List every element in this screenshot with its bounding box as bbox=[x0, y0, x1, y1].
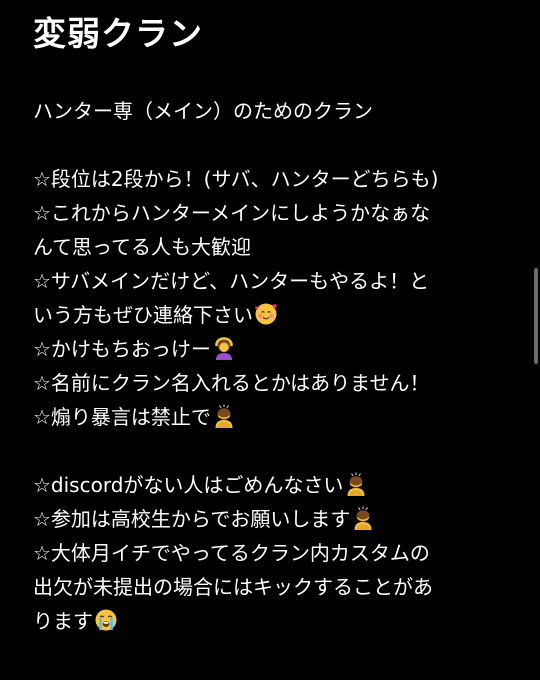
body-line-12-row: ☆discordがない人はごめんなさい bbox=[33, 468, 513, 502]
post-title: 変弱クラン bbox=[33, 14, 203, 53]
body-line-7: いう方もぜひ連絡下さい bbox=[33, 303, 253, 327]
body-line-4: ☆これからハンターメインにしようかなぁな bbox=[33, 201, 431, 225]
body-line-13: ☆参加は高校生からでお願いします bbox=[33, 507, 351, 531]
post-body[interactable]: ハンター専（メイン）のためのクラン ☆段位は2段から！(サバ、ハンターどちらも)… bbox=[33, 94, 513, 638]
body-line-5: んて思ってる人も大歓迎 bbox=[33, 235, 251, 259]
person-bowing-icon bbox=[344, 472, 368, 506]
body-line-16: ります bbox=[33, 609, 93, 633]
person-bowing-icon bbox=[351, 506, 375, 540]
body-line-12: ☆discordがない人はごめんなさい bbox=[33, 473, 344, 497]
person-gesturing-ok-icon bbox=[212, 336, 236, 370]
body-line-10-row: ☆煽り暴言は禁止で bbox=[33, 400, 513, 434]
body-line-8: ☆かけもちおっけー bbox=[33, 337, 211, 361]
body-line-1: ハンター専（メイン）のためのクラン bbox=[33, 99, 373, 123]
body-line-7-row: いう方もぜひ連絡下さい bbox=[33, 298, 513, 332]
loudly-crying-face-icon bbox=[94, 608, 118, 642]
body-line-14: ☆大体月イチでやってるクラン内カスタムの bbox=[33, 541, 430, 565]
body-line-9: ☆名前にクラン名入れるとかはありません！ bbox=[33, 371, 430, 395]
body-line-6: ☆サバメインだけど、ハンターもやるよ！と bbox=[33, 269, 430, 293]
body-line-15: 出欠が未提出の場合にはキックすることがあ bbox=[33, 575, 433, 599]
smiling-face-with-hearts-icon bbox=[254, 302, 278, 336]
scrollbar[interactable] bbox=[534, 268, 538, 364]
body-line-16-row: ります bbox=[33, 604, 513, 638]
body-line-10: ☆煽り暴言は禁止で bbox=[33, 405, 211, 429]
body-line-8-row: ☆かけもちおっけー bbox=[33, 332, 513, 366]
body-line-3: ☆段位は2段から！(サバ、ハンターどちらも) bbox=[33, 167, 439, 191]
person-bowing-icon bbox=[212, 404, 236, 438]
post-screenshot: 変弱クラン ハンター専（メイン）のためのクラン ☆段位は2段から！(サバ、ハンタ… bbox=[0, 0, 540, 680]
body-line-13-row: ☆参加は高校生からでお願いします bbox=[33, 502, 513, 536]
